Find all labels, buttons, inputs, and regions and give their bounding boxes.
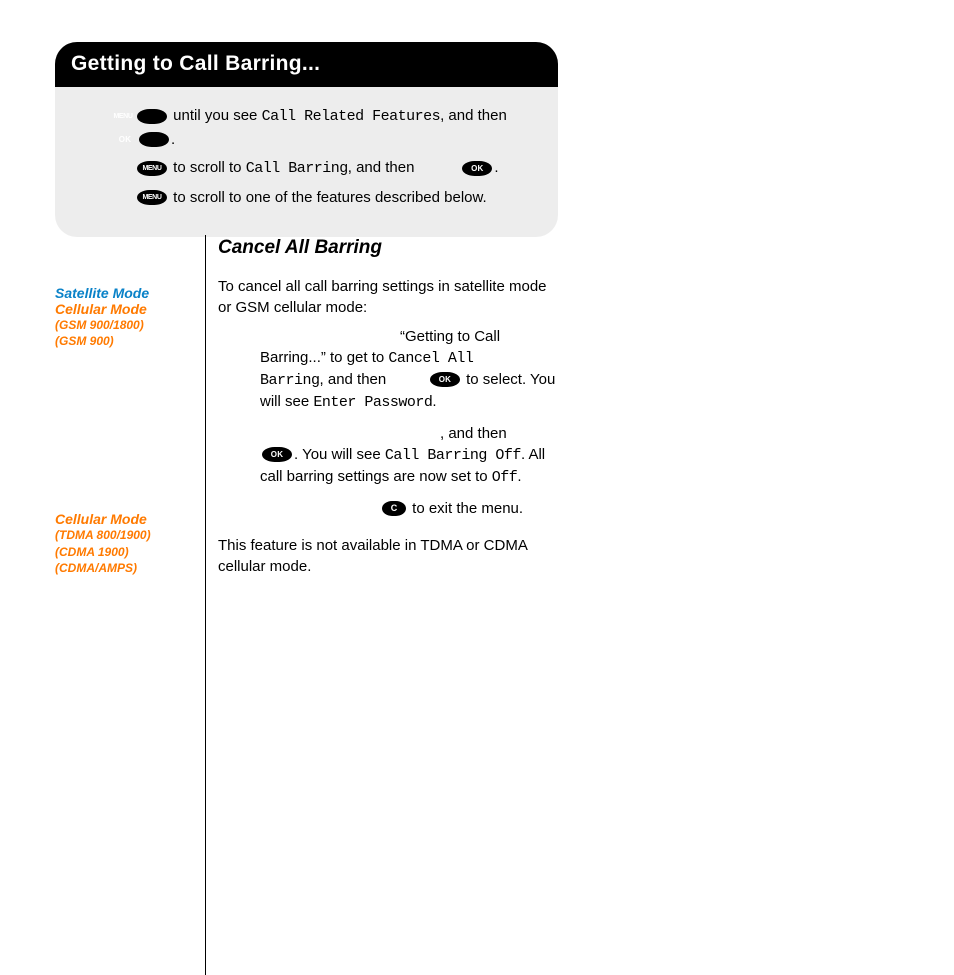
sidebar-block-1: Satellite Mode Cellular Mode (GSM 900/18… [55,285,197,349]
cellular-mode-label: Cellular Mode [55,511,197,527]
content-columns: Satellite Mode Cellular Mode (GSM 900/18… [55,235,558,975]
text: . [517,468,521,485]
tech-label: (TDMA 800/1900) [55,527,197,543]
cellular-mode-label: Cellular Mode [55,301,197,317]
text: to scroll to one of the features describ… [169,189,487,206]
text: . [494,159,498,176]
text: . You will see [294,446,385,463]
ok-button-icon: OK [262,447,292,462]
display-text: Call Barring Off [385,447,521,464]
menu-button-icon: MENU [137,109,167,124]
intro-paragraph: To cancel all call barring settings in s… [218,276,558,318]
quick-menu-step-2: MENU to scroll to Call Barring, and then… [79,157,534,181]
text: , and then [440,425,548,442]
quick-menu-box: Getting to Call Barring... MENU until yo… [55,42,558,237]
c-button-icon: C [382,501,406,516]
text: . [171,131,175,148]
quick-menu-step-1: MENU until you see Call Related Features… [79,105,534,151]
ok-button-icon: OK [430,372,460,387]
not-available-paragraph: This feature is not available in TDMA or… [218,535,558,577]
text: , and then [348,159,461,176]
sidebar-block-2: Cellular Mode (TDMA 800/1900) (CDMA 1900… [55,511,197,576]
text: until you see [169,107,262,124]
display-text: Enter Password [313,394,432,411]
mode-sidebar: Satellite Mode Cellular Mode (GSM 900/18… [55,235,206,975]
text: to exit the menu. [408,500,523,517]
menu-button-icon: MENU [137,190,167,205]
step-2: , and then OK. You will see Call Barring… [260,423,558,488]
ok-button-icon: OK [462,161,492,176]
main-body: Cancel All Barring To cancel all call ba… [206,235,558,975]
tech-label: (GSM 900) [55,333,197,349]
quick-menu-step-3: MENU to scroll to one of the features de… [79,187,534,210]
text: to scroll to [169,159,246,176]
display-text: Off [492,469,518,486]
text: Barring...” to get to [260,349,388,366]
quick-menu-title: Getting to Call Barring... [55,42,558,87]
satellite-mode-label: Satellite Mode [55,285,197,301]
display-text: Call Barring [246,160,348,177]
tech-label: (CDMA/AMPS) [55,560,197,576]
section-title: Cancel All Barring [218,235,558,262]
quick-menu-body: MENU until you see Call Related Features… [55,87,558,237]
tech-label: (GSM 900/1800) [55,317,197,333]
menu-button-icon: MENU [137,161,167,176]
tech-label: (CDMA 1900) [55,544,197,560]
ok-button-icon: OK [139,132,169,147]
text: “Getting to Call [400,328,500,345]
display-text: Call Related Features [262,108,441,125]
text: , and then [320,371,428,388]
text: , and then [440,107,507,124]
step-3: C to exit the menu. [260,498,558,519]
step-1: “Getting to Call Barring...” to get to C… [260,326,558,413]
manual-page: Getting to Call Barring... MENU until yo… [0,0,954,954]
text: . [432,393,436,410]
